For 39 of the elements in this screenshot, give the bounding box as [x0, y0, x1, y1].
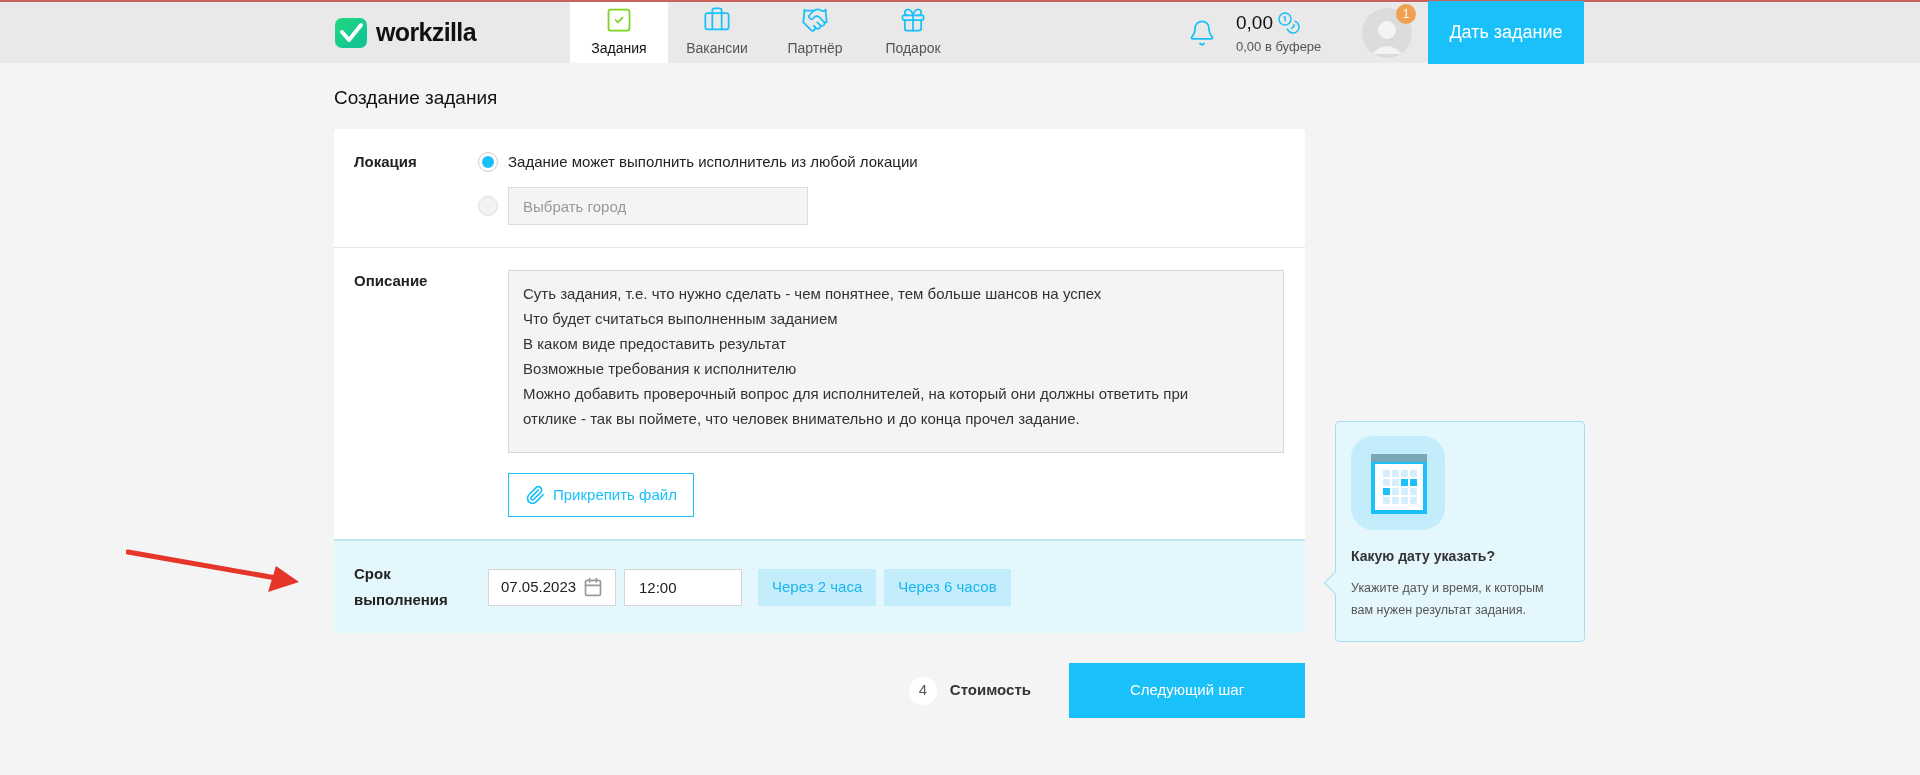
hint-title: Какую дату указать?	[1351, 547, 1497, 566]
notification-badge: 1	[1396, 3, 1416, 24]
description-field[interactable]	[508, 270, 1284, 453]
nav-tab[interactable]: Вакансии	[668, 2, 766, 63]
page-title: Создание задания	[334, 86, 499, 110]
step-label: Стоимость	[949, 680, 1031, 701]
avatar-icon[interactable]	[1362, 7, 1412, 58]
coins-icon	[1277, 10, 1301, 35]
gift-icon	[899, 6, 927, 34]
description-line: отклике - так вы поймете, что человек внимательно и до конца прочел задание.	[523, 409, 1080, 429]
field-label: Срок выполнения	[354, 564, 449, 610]
calendar-icon	[583, 577, 603, 597]
buffer-amount: 0,00 в буфере	[1236, 38, 1323, 56]
nav-tab[interactable]: Партнёр	[766, 2, 864, 63]
time-field[interactable]: 12:00	[624, 568, 742, 606]
description-line: Что будет считаться выполненным заданием	[523, 309, 838, 329]
city-field[interactable]: Выбрать город	[508, 187, 808, 225]
calendar-icon	[1351, 436, 1445, 530]
date-field[interactable]: 07.05.2023	[488, 568, 616, 606]
radio-button[interactable]	[478, 151, 498, 172]
radio-label: Задание может выполнить исполнитель из любой локации	[508, 151, 918, 172]
field-label: Описание	[354, 271, 429, 291]
radio-button[interactable]	[478, 196, 498, 216]
paperclip-icon	[525, 485, 545, 505]
hint-text: Укажите дату и время, к которым вам нужен результат задания.	[1351, 580, 1545, 619]
handshake-icon	[801, 6, 829, 34]
nav-tab[interactable]: Задания	[570, 2, 668, 63]
check-icon	[605, 6, 633, 34]
logo-text: workzilla	[376, 16, 476, 48]
balance-amount: 0,00	[1236, 10, 1273, 35]
field-label: Локация	[354, 151, 418, 172]
description-line: Возможные требования к исполнителю	[523, 359, 797, 379]
description-line: Можно добавить проверочный вопрос для исполнителей, на который они должны ответить при	[523, 384, 1189, 404]
nav-tab[interactable]: Подарок	[864, 2, 962, 63]
step-number: 4	[908, 676, 937, 705]
logo-icon	[334, 15, 368, 50]
description-line: Суть задания, т.е. что нужно сделать - чем понятнее, тем больше шансов на успех	[523, 284, 1102, 304]
bell-icon[interactable]	[1188, 18, 1216, 47]
description-line: В каком виде предоставить результат	[523, 334, 787, 354]
